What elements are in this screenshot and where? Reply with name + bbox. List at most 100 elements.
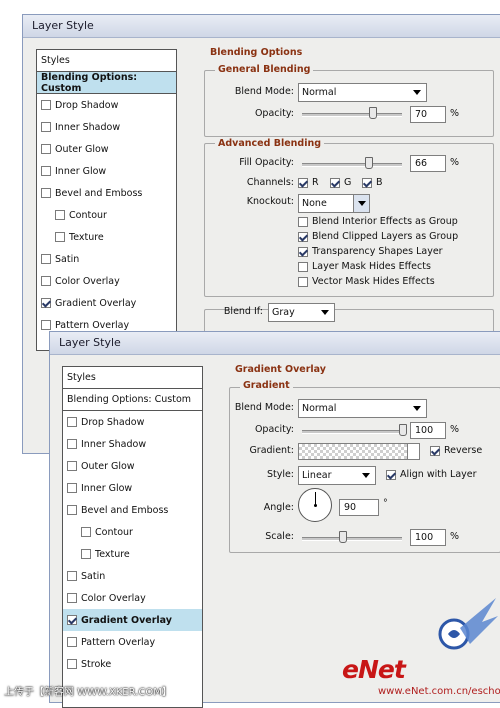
styles-item-contour[interactable]: Contour (63, 521, 202, 543)
chevron-down-icon (321, 310, 329, 315)
checkbox[interactable] (67, 659, 77, 669)
checkbox[interactable] (41, 166, 51, 176)
degree-symbol: ° (383, 498, 388, 509)
option-blend-clipped-layers-as-group[interactable]: Blend Clipped Layers as Group (298, 231, 458, 242)
styles-item-blending-options-custom[interactable]: Blending Options: Custom (37, 72, 176, 94)
option-blend-interior-effects-as-group[interactable]: Blend Interior Effects as Group (298, 216, 458, 227)
styles-item-outer-glow[interactable]: Outer Glow (37, 138, 176, 160)
fill-opacity-input[interactable]: 66 (410, 155, 446, 172)
angle-dial[interactable] (298, 488, 332, 522)
styles-item-label: Color Overlay (81, 592, 146, 604)
scale-input[interactable]: 100 (410, 529, 446, 546)
opacity-label: Opacity: (254, 424, 294, 435)
option-layer-mask-hides-effects[interactable]: Layer Mask Hides Effects (298, 261, 431, 272)
checkbox[interactable] (55, 232, 65, 242)
option-transparency-shapes-layer[interactable]: Transparency Shapes Layer (298, 246, 443, 257)
opacity-percent: % (450, 424, 460, 435)
fill-opacity-slider[interactable] (302, 157, 402, 169)
styles-item-stroke[interactable]: Stroke (63, 653, 202, 675)
knockout-select[interactable]: None (298, 194, 370, 213)
styles-item-outer-glow[interactable]: Outer Glow (63, 455, 202, 477)
blend-mode-select[interactable]: Normal (298, 399, 427, 418)
styles-item-inner-shadow[interactable]: Inner Shadow (63, 433, 202, 455)
styles-item-texture[interactable]: Texture (37, 226, 176, 248)
checkbox[interactable] (67, 571, 77, 581)
checkbox[interactable] (67, 615, 77, 625)
checkbox[interactable] (41, 144, 51, 154)
blend-mode-select[interactable]: Normal (298, 83, 427, 102)
styles-item-drop-shadow[interactable]: Drop Shadow (63, 411, 202, 433)
styles-item-inner-glow[interactable]: Inner Glow (63, 477, 202, 499)
opacity-input[interactable]: 70 (410, 106, 446, 123)
blend-if-label: Blend If: (223, 306, 263, 317)
section-title-gradient-overlay: Gradient Overlay (232, 364, 329, 375)
fill-opacity-slider-thumb[interactable] (365, 157, 373, 169)
checkbox[interactable] (67, 637, 77, 647)
advanced-blending-title: Advanced Blending (215, 138, 325, 149)
styles-item-label: Blending Options: Custom (41, 71, 138, 94)
checkbox[interactable] (67, 593, 77, 603)
checkbox[interactable] (41, 100, 51, 110)
checkbox[interactable] (67, 461, 77, 471)
angle-input[interactable]: 90 (339, 499, 379, 516)
dialog-titlebar[interactable]: Layer Style (50, 332, 500, 355)
styles-item-color-overlay[interactable]: Color Overlay (37, 270, 176, 292)
styles-item-satin[interactable]: Satin (63, 565, 202, 587)
scale-slider[interactable] (302, 531, 402, 543)
checkbox[interactable] (67, 483, 77, 493)
checkbox[interactable] (67, 439, 77, 449)
checkbox[interactable] (41, 276, 51, 286)
styles-item-label: Blending Options: Custom (67, 394, 192, 405)
channel-g-checkbox[interactable]: G (330, 177, 351, 188)
styles-item-satin[interactable]: Satin (37, 248, 176, 270)
checkbox[interactable] (41, 188, 51, 198)
checkbox[interactable] (55, 210, 65, 220)
checkbox[interactable] (41, 254, 51, 264)
checkbox[interactable] (41, 122, 51, 132)
checkbox[interactable] (81, 527, 91, 537)
styles-item-drop-shadow[interactable]: Drop Shadow (37, 94, 176, 116)
styles-header[interactable]: Styles (37, 50, 176, 72)
styles-item-pattern-overlay[interactable]: Pattern Overlay (63, 631, 202, 653)
styles-item-gradient-overlay[interactable]: Gradient Overlay (63, 609, 202, 631)
style-select[interactable]: Linear (298, 466, 376, 485)
checkbox[interactable] (81, 549, 91, 559)
styles-item-color-overlay[interactable]: Color Overlay (63, 587, 202, 609)
styles-item-inner-shadow[interactable]: Inner Shadow (37, 116, 176, 138)
blend-if-select[interactable]: Gray (268, 303, 335, 322)
checkbox[interactable] (67, 505, 77, 515)
styles-item-label: Bevel and Emboss (55, 187, 143, 199)
opacity-slider-thumb[interactable] (369, 107, 377, 119)
opacity-label: Opacity: (254, 108, 294, 119)
styles-item-label: Inner Glow (81, 482, 133, 494)
styles-item-texture[interactable]: Texture (63, 543, 202, 565)
dialog-titlebar[interactable]: Layer Style (23, 15, 500, 38)
opacity-slider-thumb[interactable] (399, 424, 407, 436)
channel-r-checkbox[interactable]: R (298, 177, 319, 188)
align-with-layer-checkbox[interactable]: Align with Layer (386, 469, 477, 480)
checkbox[interactable] (41, 298, 51, 308)
scale-slider-thumb[interactable] (339, 531, 347, 543)
opacity-slider[interactable] (302, 424, 407, 436)
styles-item-bevel-and-emboss[interactable]: Bevel and Emboss (37, 182, 176, 204)
option-vector-mask-hides-effects[interactable]: Vector Mask Hides Effects (298, 276, 435, 287)
checkbox[interactable] (67, 417, 77, 427)
styles-item-inner-glow[interactable]: Inner Glow (37, 160, 176, 182)
styles-item-label: Texture (95, 548, 130, 560)
reverse-checkbox[interactable]: Reverse (430, 445, 482, 456)
styles-header[interactable]: Styles (63, 367, 202, 389)
gradient-picker[interactable] (298, 443, 420, 460)
styles-item-label: Contour (69, 209, 107, 221)
checkbox[interactable] (41, 320, 51, 330)
chevron-down-icon (358, 201, 366, 206)
styles-item-gradient-overlay[interactable]: Gradient Overlay (37, 292, 176, 314)
logo-seal-icon (438, 598, 498, 650)
general-blending-group (204, 70, 494, 137)
watermark-left: 上传于【新客网 WWW.XKER.COM】 (4, 687, 172, 698)
channel-b-checkbox[interactable]: B (362, 177, 383, 188)
styles-item-blending-options-custom[interactable]: Blending Options: Custom (63, 389, 202, 411)
opacity-input[interactable]: 100 (410, 422, 446, 439)
styles-item-bevel-and-emboss[interactable]: Bevel and Emboss (63, 499, 202, 521)
styles-item-contour[interactable]: Contour (37, 204, 176, 226)
opacity-slider[interactable] (302, 107, 402, 119)
